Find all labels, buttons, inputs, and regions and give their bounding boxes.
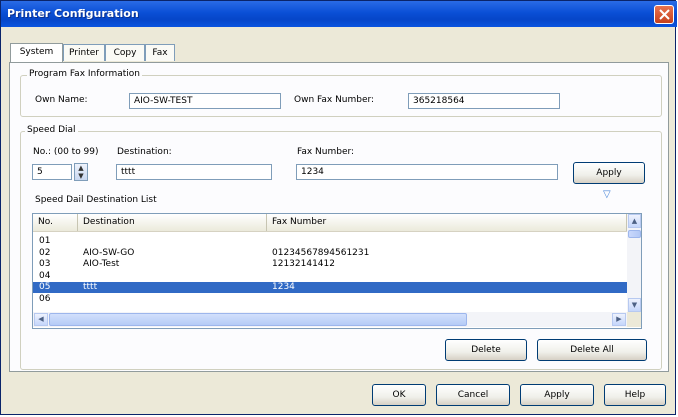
own-fax-number-label: Own Fax Number: (294, 95, 375, 105)
list-item[interactable]: 04 (33, 271, 627, 281)
delete-all-button[interactable]: Delete All (537, 339, 647, 361)
row-fax-number: 1234 (272, 282, 295, 292)
destination-input[interactable]: tttt (116, 164, 272, 180)
row-no: 05 (39, 282, 51, 292)
scroll-down-icon[interactable]: ▼ (628, 298, 641, 312)
list-item[interactable]: 06 (33, 294, 627, 304)
row-no: 01 (39, 236, 51, 246)
speed-dial-destination-list[interactable]: No. Destination Fax Number 01 02 AIO-SW-… (32, 213, 642, 329)
column-header-no[interactable]: No. (33, 214, 78, 231)
cancel-button[interactable]: Cancel (436, 384, 510, 406)
row-destination: AIO-Test (83, 259, 120, 269)
scroll-left-icon[interactable]: ◀ (34, 313, 48, 326)
window-title: Printer Configuration (7, 7, 139, 20)
spin-up-icon[interactable]: ▲ (75, 164, 87, 172)
own-fax-number-input[interactable]: 365218564 (408, 93, 560, 109)
destination-label: Destination: (117, 147, 172, 157)
tab-fax[interactable]: Fax (145, 44, 175, 61)
vertical-scroll-thumb[interactable] (628, 230, 641, 238)
horizontal-scrollbar[interactable]: ◀ ▶ (33, 312, 627, 327)
list-item[interactable]: 02 AIO-SW-GO 01234567894561231 (33, 248, 627, 258)
fax-number-label: Fax Number: (297, 147, 355, 157)
close-button[interactable] (654, 5, 674, 24)
row-destination: tttt (83, 282, 98, 292)
speed-dial-apply-button[interactable]: Apply (573, 162, 645, 184)
printer-configuration-dialog: Printer Configuration System Printer Cop… (0, 0, 677, 415)
program-fax-information-legend: Program Fax Information (27, 69, 142, 79)
close-icon (659, 9, 670, 20)
own-name-label: Own Name: (35, 95, 88, 105)
scroll-up-icon[interactable]: ▲ (628, 214, 641, 228)
tab-system[interactable]: System (10, 43, 63, 62)
delete-button[interactable]: Delete (445, 339, 527, 361)
row-destination: AIO-SW-GO (83, 248, 135, 258)
fax-number-input[interactable]: 1234 (296, 164, 558, 180)
tab-copy[interactable]: Copy (105, 44, 145, 61)
row-no: 06 (39, 294, 51, 304)
no-input[interactable]: 5 (32, 164, 72, 180)
list-item[interactable]: 01 (33, 236, 627, 246)
column-header-fax-number[interactable]: Fax Number (267, 214, 627, 231)
vertical-scrollbar[interactable]: ▲ ▼ (627, 214, 641, 312)
row-fax-number: 01234567894561231 (272, 248, 370, 258)
column-header-destination[interactable]: Destination (78, 214, 267, 231)
triangle-down-icon: ▽ (603, 189, 611, 200)
row-fax-number: 12132141412 (272, 259, 335, 269)
list-item[interactable]: 03 AIO-Test 12132141412 (33, 259, 627, 269)
no-label: No.: (00 to 99) (33, 147, 99, 157)
list-header: No. Destination Fax Number (33, 214, 627, 232)
program-fax-information-group: Program Fax Information Own Name: AIO-SW… (20, 69, 662, 117)
scroll-corner (627, 312, 641, 327)
ok-button[interactable]: OK (372, 384, 426, 406)
speed-dial-list-label: Speed Dail Destination List (35, 195, 157, 205)
apply-button[interactable]: Apply (520, 384, 594, 406)
row-no: 02 (39, 248, 51, 258)
help-button[interactable]: Help (604, 384, 666, 406)
list-item-selected[interactable]: 05 tttt 1234 (33, 282, 627, 293)
horizontal-scroll-thumb[interactable] (49, 313, 467, 326)
tab-printer[interactable]: Printer (63, 44, 105, 61)
speed-dial-legend: Speed Dial (25, 125, 78, 135)
scroll-right-icon[interactable]: ▶ (612, 313, 626, 326)
row-no: 04 (39, 271, 51, 281)
title-bar: Printer Configuration (1, 1, 677, 27)
row-no: 03 (39, 259, 51, 269)
no-spinner[interactable]: ▲ ▼ (74, 163, 88, 181)
own-name-input[interactable]: AIO-SW-TEST (129, 93, 281, 109)
spin-down-icon[interactable]: ▼ (75, 172, 87, 180)
